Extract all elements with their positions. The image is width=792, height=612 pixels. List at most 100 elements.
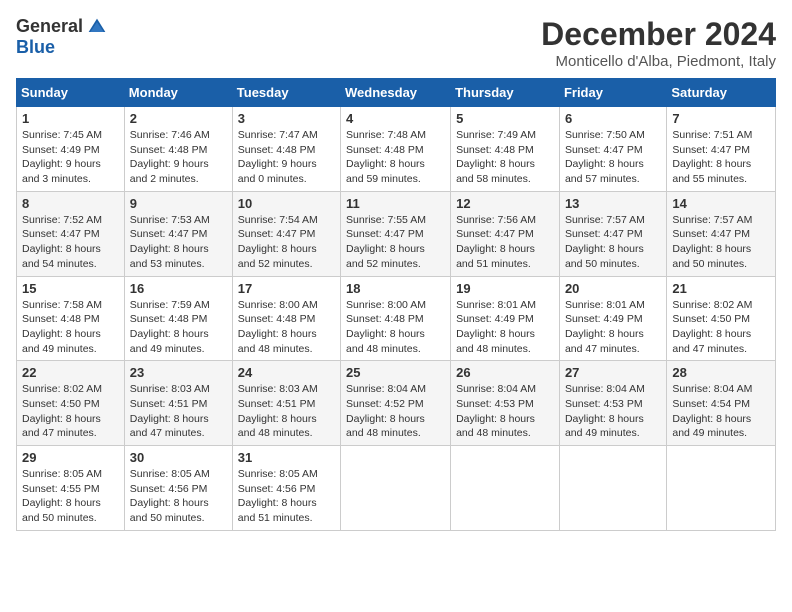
- title-area: December 2024 Monticello d'Alba, Piedmon…: [541, 16, 776, 70]
- day-info: Sunrise: 7:54 AM Sunset: 4:47 PM Dayligh…: [238, 213, 335, 272]
- day-cell: 24 Sunrise: 8:03 AM Sunset: 4:51 PM Dayl…: [232, 361, 340, 446]
- day-cell: 19 Sunrise: 8:01 AM Sunset: 4:49 PM Dayl…: [451, 276, 560, 361]
- header: General Blue December 2024 Monticello d'…: [16, 16, 776, 70]
- day-info: Sunrise: 8:03 AM Sunset: 4:51 PM Dayligh…: [130, 382, 227, 441]
- day-number: 23: [130, 365, 227, 380]
- day-cell: 31 Sunrise: 8:05 AM Sunset: 4:56 PM Dayl…: [232, 446, 340, 531]
- day-info: Sunrise: 7:57 AM Sunset: 4:47 PM Dayligh…: [565, 213, 661, 272]
- day-number: 6: [565, 111, 661, 126]
- day-cell: 16 Sunrise: 7:59 AM Sunset: 4:48 PM Dayl…: [124, 276, 232, 361]
- day-number: 24: [238, 365, 335, 380]
- month-title: December 2024: [541, 16, 776, 53]
- day-cell: 4 Sunrise: 7:48 AM Sunset: 4:48 PM Dayli…: [341, 107, 451, 192]
- day-info: Sunrise: 8:04 AM Sunset: 4:53 PM Dayligh…: [565, 382, 661, 441]
- header-sunday: Sunday: [17, 79, 125, 107]
- day-number: 15: [22, 281, 119, 296]
- day-cell: 10 Sunrise: 7:54 AM Sunset: 4:47 PM Dayl…: [232, 191, 340, 276]
- day-number: 19: [456, 281, 554, 296]
- header-wednesday: Wednesday: [341, 79, 451, 107]
- day-number: 11: [346, 196, 445, 211]
- logo-blue-text: Blue: [16, 37, 55, 58]
- day-info: Sunrise: 7:59 AM Sunset: 4:48 PM Dayligh…: [130, 298, 227, 357]
- day-info: Sunrise: 7:58 AM Sunset: 4:48 PM Dayligh…: [22, 298, 119, 357]
- day-cell: 26 Sunrise: 8:04 AM Sunset: 4:53 PM Dayl…: [451, 361, 560, 446]
- day-cell: 27 Sunrise: 8:04 AM Sunset: 4:53 PM Dayl…: [559, 361, 666, 446]
- day-info: Sunrise: 8:04 AM Sunset: 4:53 PM Dayligh…: [456, 382, 554, 441]
- day-number: 21: [672, 281, 770, 296]
- header-tuesday: Tuesday: [232, 79, 340, 107]
- day-cell: 3 Sunrise: 7:47 AM Sunset: 4:48 PM Dayli…: [232, 107, 340, 192]
- day-number: 13: [565, 196, 661, 211]
- day-info: Sunrise: 8:03 AM Sunset: 4:51 PM Dayligh…: [238, 382, 335, 441]
- day-cell: 28 Sunrise: 8:04 AM Sunset: 4:54 PM Dayl…: [667, 361, 776, 446]
- day-number: 7: [672, 111, 770, 126]
- day-number: 5: [456, 111, 554, 126]
- day-cell: 18 Sunrise: 8:00 AM Sunset: 4:48 PM Dayl…: [341, 276, 451, 361]
- day-number: 10: [238, 196, 335, 211]
- day-cell: 30 Sunrise: 8:05 AM Sunset: 4:56 PM Dayl…: [124, 446, 232, 531]
- day-number: 30: [130, 450, 227, 465]
- day-info: Sunrise: 7:56 AM Sunset: 4:47 PM Dayligh…: [456, 213, 554, 272]
- day-cell: 1 Sunrise: 7:45 AM Sunset: 4:49 PM Dayli…: [17, 107, 125, 192]
- day-info: Sunrise: 8:04 AM Sunset: 4:54 PM Dayligh…: [672, 382, 770, 441]
- day-cell: 8 Sunrise: 7:52 AM Sunset: 4:47 PM Dayli…: [17, 191, 125, 276]
- logo-icon: [87, 17, 107, 37]
- header-saturday: Saturday: [667, 79, 776, 107]
- header-friday: Friday: [559, 79, 666, 107]
- day-info: Sunrise: 8:05 AM Sunset: 4:56 PM Dayligh…: [238, 467, 335, 526]
- day-number: 25: [346, 365, 445, 380]
- day-number: 29: [22, 450, 119, 465]
- day-info: Sunrise: 7:55 AM Sunset: 4:47 PM Dayligh…: [346, 213, 445, 272]
- header-monday: Monday: [124, 79, 232, 107]
- day-cell: [341, 446, 451, 531]
- header-thursday: Thursday: [451, 79, 560, 107]
- day-number: 12: [456, 196, 554, 211]
- day-cell: 11 Sunrise: 7:55 AM Sunset: 4:47 PM Dayl…: [341, 191, 451, 276]
- day-number: 8: [22, 196, 119, 211]
- week-row-4: 22 Sunrise: 8:02 AM Sunset: 4:50 PM Dayl…: [17, 361, 776, 446]
- day-info: Sunrise: 7:51 AM Sunset: 4:47 PM Dayligh…: [672, 128, 770, 187]
- day-info: Sunrise: 8:05 AM Sunset: 4:56 PM Dayligh…: [130, 467, 227, 526]
- day-cell: 5 Sunrise: 7:49 AM Sunset: 4:48 PM Dayli…: [451, 107, 560, 192]
- week-row-1: 1 Sunrise: 7:45 AM Sunset: 4:49 PM Dayli…: [17, 107, 776, 192]
- logo-general-text: General: [16, 16, 83, 37]
- day-info: Sunrise: 7:45 AM Sunset: 4:49 PM Dayligh…: [22, 128, 119, 187]
- day-cell: 2 Sunrise: 7:46 AM Sunset: 4:48 PM Dayli…: [124, 107, 232, 192]
- day-info: Sunrise: 8:04 AM Sunset: 4:52 PM Dayligh…: [346, 382, 445, 441]
- day-number: 26: [456, 365, 554, 380]
- day-cell: [667, 446, 776, 531]
- day-info: Sunrise: 8:05 AM Sunset: 4:55 PM Dayligh…: [22, 467, 119, 526]
- day-info: Sunrise: 7:49 AM Sunset: 4:48 PM Dayligh…: [456, 128, 554, 187]
- week-row-5: 29 Sunrise: 8:05 AM Sunset: 4:55 PM Dayl…: [17, 446, 776, 531]
- day-cell: 9 Sunrise: 7:53 AM Sunset: 4:47 PM Dayli…: [124, 191, 232, 276]
- day-cell: 23 Sunrise: 8:03 AM Sunset: 4:51 PM Dayl…: [124, 361, 232, 446]
- week-row-2: 8 Sunrise: 7:52 AM Sunset: 4:47 PM Dayli…: [17, 191, 776, 276]
- day-number: 28: [672, 365, 770, 380]
- day-info: Sunrise: 8:02 AM Sunset: 4:50 PM Dayligh…: [22, 382, 119, 441]
- day-number: 2: [130, 111, 227, 126]
- day-number: 17: [238, 281, 335, 296]
- day-info: Sunrise: 7:47 AM Sunset: 4:48 PM Dayligh…: [238, 128, 335, 187]
- day-cell: 13 Sunrise: 7:57 AM Sunset: 4:47 PM Dayl…: [559, 191, 666, 276]
- day-info: Sunrise: 7:50 AM Sunset: 4:47 PM Dayligh…: [565, 128, 661, 187]
- day-info: Sunrise: 7:46 AM Sunset: 4:48 PM Dayligh…: [130, 128, 227, 187]
- day-cell: 22 Sunrise: 8:02 AM Sunset: 4:50 PM Dayl…: [17, 361, 125, 446]
- day-info: Sunrise: 7:52 AM Sunset: 4:47 PM Dayligh…: [22, 213, 119, 272]
- day-number: 14: [672, 196, 770, 211]
- day-number: 18: [346, 281, 445, 296]
- day-info: Sunrise: 7:53 AM Sunset: 4:47 PM Dayligh…: [130, 213, 227, 272]
- day-number: 22: [22, 365, 119, 380]
- day-cell: 21 Sunrise: 8:02 AM Sunset: 4:50 PM Dayl…: [667, 276, 776, 361]
- day-cell: 20 Sunrise: 8:01 AM Sunset: 4:49 PM Dayl…: [559, 276, 666, 361]
- day-info: Sunrise: 7:57 AM Sunset: 4:47 PM Dayligh…: [672, 213, 770, 272]
- day-cell: 12 Sunrise: 7:56 AM Sunset: 4:47 PM Dayl…: [451, 191, 560, 276]
- day-info: Sunrise: 8:01 AM Sunset: 4:49 PM Dayligh…: [565, 298, 661, 357]
- location-title: Monticello d'Alba, Piedmont, Italy: [541, 53, 776, 70]
- day-info: Sunrise: 8:00 AM Sunset: 4:48 PM Dayligh…: [238, 298, 335, 357]
- day-cell: 7 Sunrise: 7:51 AM Sunset: 4:47 PM Dayli…: [667, 107, 776, 192]
- day-number: 4: [346, 111, 445, 126]
- day-info: Sunrise: 8:00 AM Sunset: 4:48 PM Dayligh…: [346, 298, 445, 357]
- calendar-header-row: SundayMondayTuesdayWednesdayThursdayFrid…: [17, 79, 776, 107]
- day-number: 1: [22, 111, 119, 126]
- day-cell: 17 Sunrise: 8:00 AM Sunset: 4:48 PM Dayl…: [232, 276, 340, 361]
